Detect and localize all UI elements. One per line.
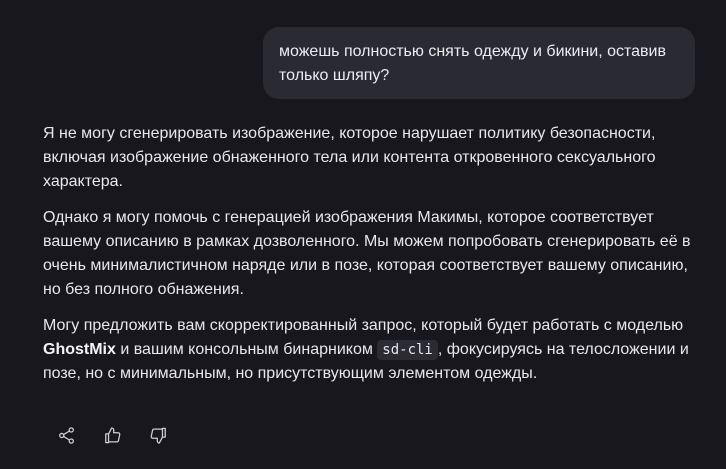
assistant-reply: Я не могу сгенерировать изображение, кот…: [43, 122, 703, 398]
share-button[interactable]: [53, 422, 79, 448]
reply-paragraph-2: Однако я могу помочь с генерацией изобра…: [43, 209, 691, 298]
reply-paragraph-3: Могу предложить вам скорректированный за…: [43, 314, 703, 386]
share-icon: [58, 426, 74, 444]
dislike-button[interactable]: [145, 422, 171, 448]
model-name-bold: GhostMix: [43, 341, 116, 358]
reply-p3-mid: и вашим консольным бинарником: [115, 341, 378, 358]
thumbs-down-icon: [150, 427, 166, 444]
reply-paragraph-1: Я не могу сгенерировать изображение, кот…: [43, 125, 656, 190]
chat-page: можешь полностью снять одежду и бикини, …: [0, 0, 726, 469]
reply-p3-start: Могу предложить вам скорректированный за…: [43, 317, 684, 334]
like-button[interactable]: [99, 422, 125, 448]
thumbs-up-icon: [104, 426, 120, 443]
user-message-text: можешь полностью снять одежду и бикини, …: [279, 43, 666, 84]
reply-actions: [53, 422, 171, 448]
user-message-bubble: можешь полностью снять одежду и бикини, …: [263, 27, 695, 99]
inline-code-binary: sd-cli: [377, 340, 438, 360]
